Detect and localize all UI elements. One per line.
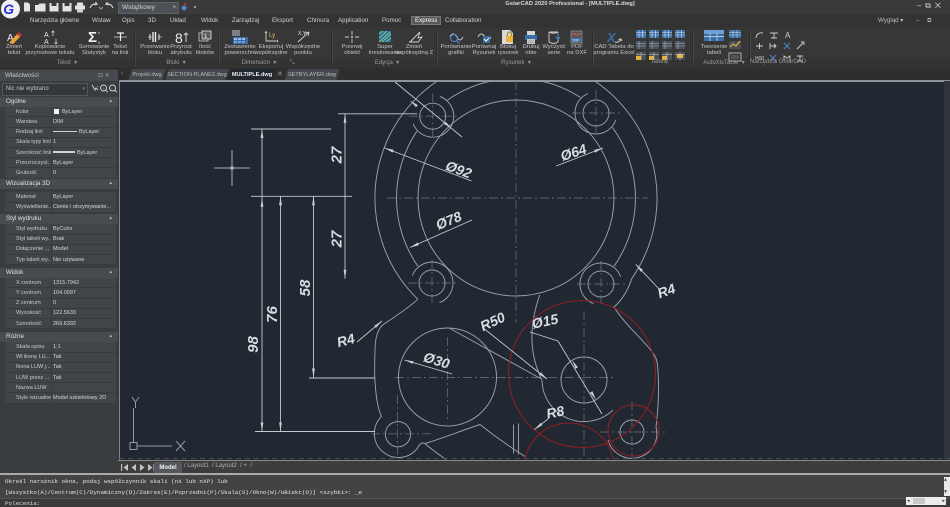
svg-text:27: 27 [329,230,346,248]
svg-text:R4: R4 [335,330,357,350]
svg-text:G: G [3,1,14,17]
svg-text:+: + [102,86,105,92]
svg-text:8: 8 [175,30,183,45]
svg-text:A: A [785,31,791,40]
svg-text:R4: R4 [655,280,677,301]
svg-text:X,Y: X,Y [298,31,307,37]
svg-text:Ly: Ly [269,33,275,39]
svg-text:n: n [98,30,100,35]
svg-text:DXF: DXF [573,39,580,43]
svg-text:98: 98 [245,336,262,353]
svg-text:Ø64: Ø64 [558,140,588,163]
svg-text:A: A [44,32,49,39]
svg-text:Ø78: Ø78 [433,208,464,233]
svg-text:Ø92: Ø92 [444,157,475,181]
svg-text:Σ: Σ [88,29,97,45]
svg-text:X: X [606,30,617,45]
svg-text:Ø30: Ø30 [422,349,452,372]
svg-text:58: 58 [297,279,314,296]
svg-text:PDF: PDF [572,32,581,37]
svg-text:76: 76 [264,306,281,323]
svg-text:R50: R50 [478,309,508,334]
svg-text:R8: R8 [545,402,566,421]
svg-text:27: 27 [329,146,346,164]
svg-text:+: + [96,84,99,90]
